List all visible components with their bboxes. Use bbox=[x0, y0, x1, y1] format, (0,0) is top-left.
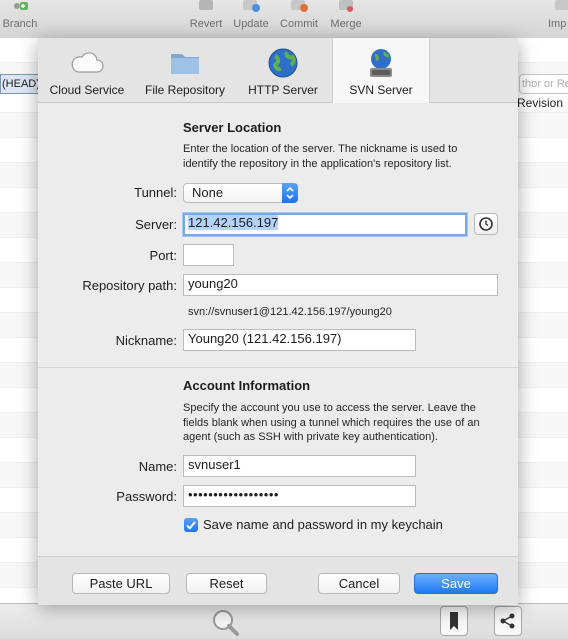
head-branch-label: (HEAD) bbox=[0, 74, 41, 94]
account-information-title: Account Information bbox=[183, 378, 311, 393]
tunnel-label: Tunnel: bbox=[134, 185, 177, 200]
clock-icon bbox=[479, 217, 493, 231]
update-button[interactable]: Update bbox=[230, 0, 272, 31]
merge-icon bbox=[339, 0, 353, 12]
cancel-button[interactable]: Cancel bbox=[318, 573, 400, 594]
cloud-icon bbox=[71, 52, 104, 73]
port-field[interactable] bbox=[183, 244, 234, 266]
tab-http-server-label: HTTP Server bbox=[248, 83, 318, 97]
tab-file-repository[interactable]: File Repository bbox=[140, 38, 230, 102]
name-field[interactable]: svnuser1 bbox=[183, 455, 416, 477]
branch-label: Branch bbox=[2, 18, 38, 30]
svn-server-icon bbox=[370, 49, 392, 77]
password-label: Password: bbox=[116, 489, 177, 504]
password-field[interactable]: •••••••••••••••••• bbox=[183, 485, 416, 507]
port-label: Port: bbox=[149, 248, 177, 263]
merge-label: Merge bbox=[330, 18, 362, 30]
tab-cloud-service-label: Cloud Service bbox=[49, 83, 125, 97]
bookmark-button[interactable] bbox=[440, 606, 468, 636]
url-preview: svn://svnuser1@121.42.156.197/young20 bbox=[188, 306, 392, 318]
keychain-label[interactable]: Save name and password in my keychain bbox=[203, 517, 443, 532]
commit-button[interactable]: Commit bbox=[276, 0, 322, 31]
update-icon bbox=[243, 0, 260, 12]
folder-icon bbox=[171, 54, 199, 74]
tab-cloud-service[interactable]: Cloud Service bbox=[44, 38, 130, 102]
commit-icon bbox=[291, 0, 308, 12]
commit-label: Commit bbox=[280, 18, 318, 30]
update-label: Update bbox=[233, 18, 269, 30]
graph-icon bbox=[500, 613, 515, 629]
svn-server-form: Server Location Enter the location of th… bbox=[38, 103, 518, 556]
paste-url-button[interactable]: Paste URL bbox=[72, 573, 170, 594]
tab-file-repository-label: File Repository bbox=[144, 83, 226, 97]
keychain-checkbox[interactable] bbox=[184, 518, 198, 532]
import-button[interactable]: Imp bbox=[548, 0, 568, 31]
magnifier-icon[interactable] bbox=[210, 608, 242, 638]
search-field[interactable]: thor or Re bbox=[519, 74, 568, 94]
revision-column-header[interactable]: Revision bbox=[517, 96, 563, 110]
nickname-label: Nickname: bbox=[115, 333, 177, 348]
revert-label: Revert bbox=[189, 18, 223, 30]
account-information-description: Specify the account you use to access th… bbox=[183, 402, 480, 443]
tab-http-server[interactable]: HTTP Server bbox=[240, 38, 326, 102]
reset-button[interactable]: Reset bbox=[186, 573, 267, 594]
server-field[interactable]: 121.42.156.197 bbox=[183, 213, 467, 236]
bottom-bar bbox=[0, 603, 568, 639]
server-location-description: Enter the location of the server. The ni… bbox=[183, 143, 458, 170]
merge-button[interactable]: Merge bbox=[326, 0, 366, 31]
branch-icon bbox=[14, 2, 28, 10]
main-toolbar: Branch Revert Update Commit Merge Imp bbox=[0, 0, 568, 39]
server-label: Server: bbox=[135, 217, 177, 232]
repository-path-field[interactable]: young20 bbox=[183, 274, 498, 296]
bookmark-icon bbox=[450, 612, 458, 630]
tunnel-select[interactable]: None bbox=[183, 183, 298, 203]
repository-path-label: Repository path: bbox=[82, 278, 177, 293]
server-value: 121.42.156.197 bbox=[188, 215, 279, 230]
repository-sheet: Cloud Service File Repository HTTP Serve… bbox=[38, 38, 518, 605]
name-label: Name: bbox=[138, 459, 177, 474]
recent-servers-button[interactable] bbox=[474, 213, 498, 235]
revert-button[interactable]: Revert bbox=[186, 0, 226, 31]
server-location-title: Server Location bbox=[183, 120, 282, 135]
import-label: Imp bbox=[548, 18, 567, 30]
tab-svn-server[interactable]: SVN Server bbox=[332, 38, 430, 103]
graph-button[interactable] bbox=[494, 606, 522, 636]
save-button[interactable]: Save bbox=[414, 573, 498, 594]
tab-svn-server-label: SVN Server bbox=[349, 83, 413, 97]
checkmark-icon bbox=[186, 521, 196, 530]
stepper-arrows-icon bbox=[282, 183, 298, 203]
nickname-field[interactable]: Young20 (121.42.156.197) bbox=[183, 329, 416, 351]
revert-icon bbox=[199, 0, 213, 10]
sheet-footer: Paste URL Reset Cancel Save bbox=[38, 556, 518, 605]
globe-icon bbox=[268, 48, 298, 78]
repository-type-tabs: Cloud Service File Repository HTTP Serve… bbox=[38, 38, 518, 103]
section-divider bbox=[38, 367, 518, 368]
import-icon bbox=[555, 0, 568, 10]
tunnel-value: None bbox=[192, 185, 224, 200]
branch-button[interactable]: Branch bbox=[0, 0, 40, 31]
